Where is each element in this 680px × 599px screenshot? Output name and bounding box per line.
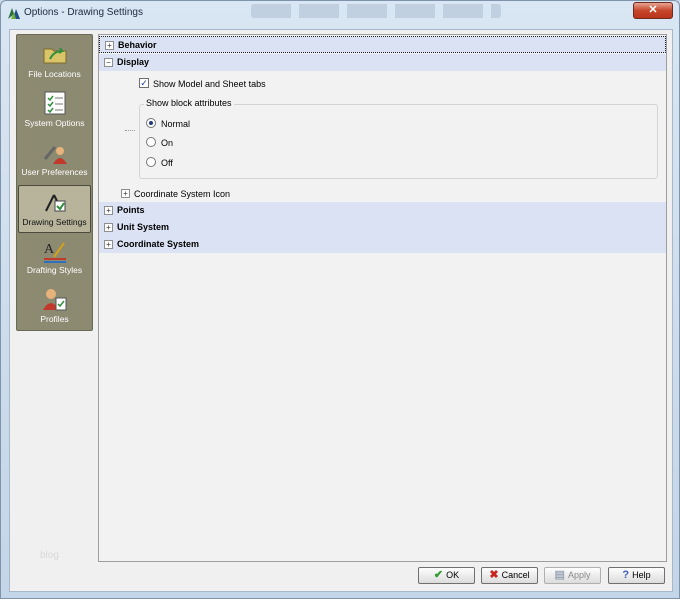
apply-button[interactable]: ▤ Apply [544, 567, 601, 584]
category-label: Display [117, 57, 150, 67]
cross-icon: ✖ [489, 569, 499, 581]
options-sidebar: File Locations System Options User Prefe… [16, 34, 93, 331]
cancel-button[interactable]: ✖ Cancel [481, 567, 538, 584]
profile-user-icon [42, 289, 66, 311]
window-title: Options - Drawing Settings [24, 7, 143, 18]
sidebar-item-profiles[interactable]: Profiles [18, 283, 91, 331]
apply-label: Apply [567, 570, 591, 580]
drafting-style-icon: A [43, 242, 66, 263]
expand-toggle[interactable]: + [104, 206, 113, 215]
coordinate-icon-expand-toggle[interactable]: + [121, 189, 130, 198]
sidebar-item-file-locations[interactable]: File Locations [18, 38, 91, 86]
help-button[interactable]: ? Help [608, 567, 665, 584]
user-tools-icon [43, 146, 67, 164]
expand-toggle[interactable]: + [104, 223, 113, 232]
sidebar-item-label: System Options [24, 118, 85, 128]
sidebar-item-label: Drafting Styles [26, 265, 83, 275]
sidebar-item-label: Profiles [40, 314, 69, 324]
settings-tree-panel: + Behavior − Display ✓ Show Model and Sh… [98, 34, 667, 562]
category-unit-system[interactable]: + Unit System [99, 219, 666, 236]
block-attributes-label: Show block attributes [144, 98, 234, 108]
ok-label: OK [446, 570, 460, 580]
watermark-text: blog [40, 550, 59, 561]
background-window-ghost [251, 4, 501, 18]
help-label: Help [632, 570, 651, 580]
app-logo-icon [8, 8, 20, 19]
radio-off[interactable] [146, 157, 156, 167]
radio-off-label: Off [161, 158, 173, 168]
expand-toggle[interactable]: + [104, 240, 113, 249]
folder-arrow-icon [43, 47, 66, 64]
block-attributes-group [139, 104, 658, 179]
options-dialog: Options - Drawing Settings ✕ File Locati… [0, 0, 680, 599]
category-label: Behavior [118, 40, 157, 50]
ok-button[interactable]: ✔ OK [418, 567, 475, 584]
cancel-label: Cancel [501, 570, 530, 580]
checklist-icon [44, 91, 65, 115]
sidebar-item-drawing-settings[interactable]: Drawing Settings [18, 185, 91, 233]
sidebar-item-drafting-styles[interactable]: A Drafting Styles [18, 234, 91, 282]
close-button[interactable]: ✕ [633, 2, 673, 19]
tree-connector [125, 130, 135, 131]
coordinate-icon-label[interactable]: Coordinate System Icon [134, 189, 230, 199]
sidebar-item-user-preferences[interactable]: User Preferences [18, 136, 91, 184]
help-icon: ? [622, 569, 630, 581]
category-label: Coordinate System [117, 239, 200, 249]
category-label: Points [117, 205, 145, 215]
radio-normal-label: Normal [161, 119, 191, 129]
sidebar-item-label: File Locations [28, 69, 81, 79]
sidebar-item-system-options[interactable]: System Options [18, 87, 91, 135]
category-label: Unit System [117, 222, 170, 232]
category-behavior[interactable]: + Behavior [99, 36, 666, 53]
radio-on[interactable] [146, 137, 156, 147]
radio-on-label: On [161, 138, 174, 148]
svg-text:A: A [44, 242, 55, 257]
apply-icon: ▤ [554, 569, 565, 581]
category-display[interactable]: − Display [99, 54, 666, 71]
category-coordinate-system[interactable]: + Coordinate System [99, 236, 666, 253]
drawing-tools-icon [44, 194, 65, 212]
checkmark-icon: ✔ [433, 569, 444, 581]
radio-normal[interactable] [146, 118, 156, 128]
show-tabs-label: Show Model and Sheet tabs [153, 79, 266, 89]
sidebar-item-label: Drawing Settings [22, 217, 87, 227]
show-tabs-checkbox[interactable]: ✓ [139, 78, 149, 88]
category-points[interactable]: + Points [99, 202, 666, 219]
title-bar[interactable]: Options - Drawing Settings ✕ [1, 1, 679, 25]
dialog-body: File Locations System Options User Prefe… [9, 29, 673, 592]
collapse-toggle[interactable]: − [104, 58, 113, 67]
expand-toggle[interactable]: + [105, 41, 114, 50]
sidebar-item-label: User Preferences [21, 167, 88, 177]
